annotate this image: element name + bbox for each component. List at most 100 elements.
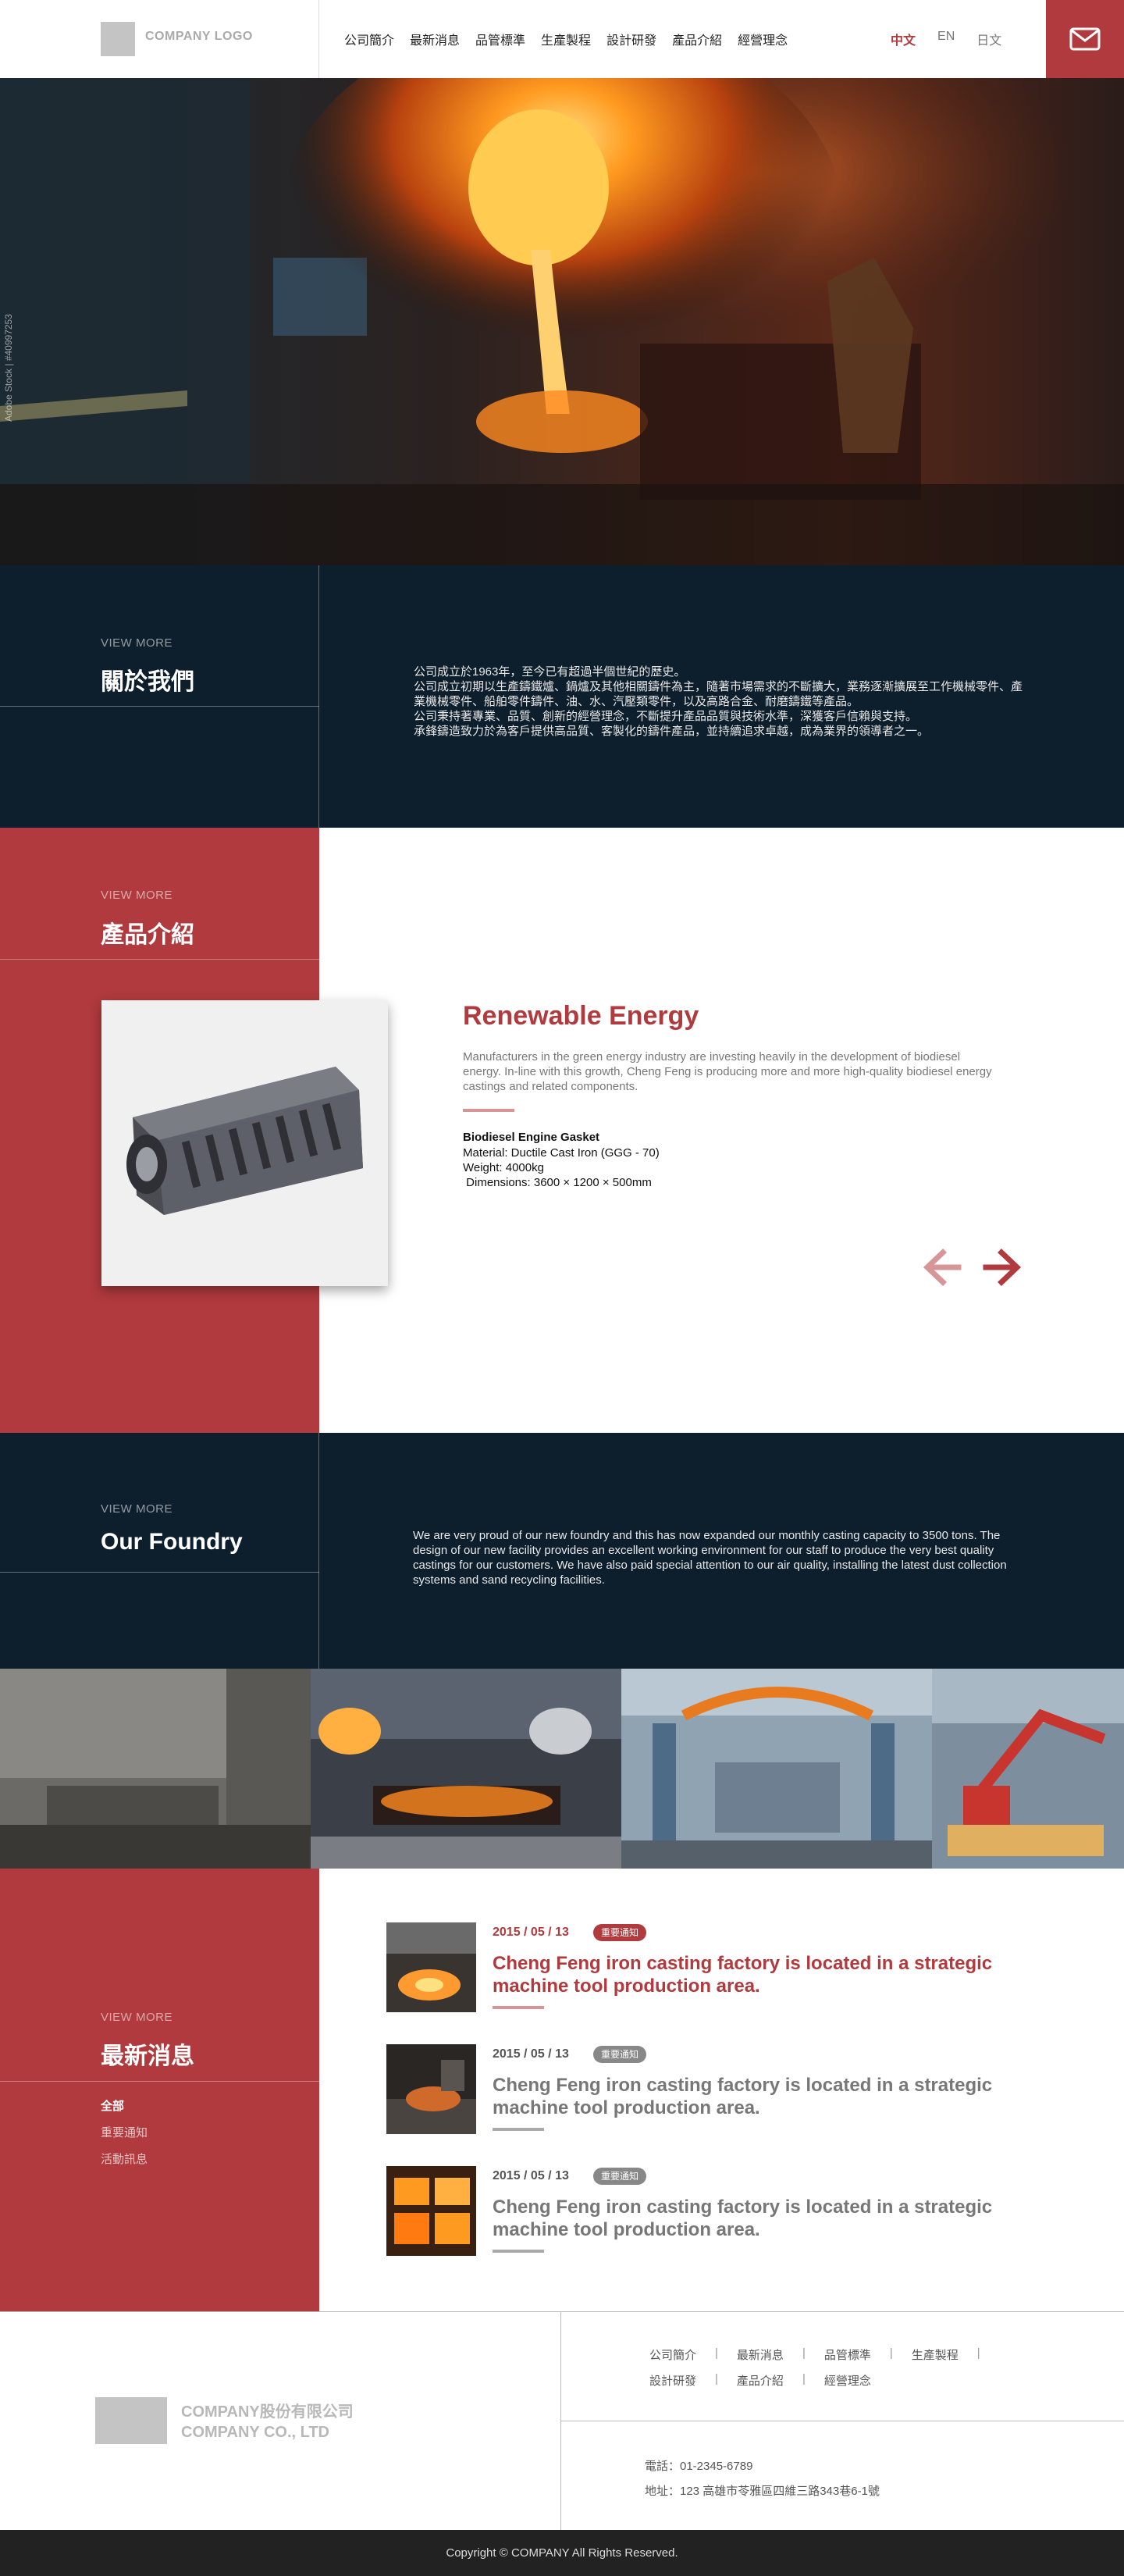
arrow-right-icon	[983, 1249, 1022, 1286]
lang-en[interactable]: EN	[937, 30, 955, 48]
news-thumbnail-image	[386, 2044, 476, 2134]
site-header: COMPANY LOGO 公司簡介 最新消息 品管標準 生產製程 設計研發 產品…	[0, 0, 1124, 78]
lang-ja[interactable]: 日文	[976, 30, 1001, 48]
footer-address: 地址：123 高雄市苓雅區四維三路343巷6-1號	[645, 2485, 880, 2498]
main-nav: 公司簡介 最新消息 品管標準 生產製程 設計研發 產品介紹 經營理念	[344, 30, 788, 48]
footer-nav-news[interactable]: 最新消息	[737, 2346, 784, 2363]
nav-item-philosophy[interactable]: 經營理念	[738, 30, 788, 48]
news-tag: 重要通知	[593, 2046, 647, 2063]
footer-nav-separator: |	[715, 2372, 718, 2385]
nav-item-about[interactable]: 公司簡介	[344, 30, 394, 48]
foundry-title: Our Foundry	[101, 1529, 243, 1555]
hero-watermark: Adobe Stock | #40997253	[3, 314, 14, 422]
news-tag: 重要通知	[593, 1924, 647, 1941]
foundry-photo-2[interactable]	[311, 1669, 621, 1869]
about-text: 公司成立於1963年，至今已有超過半個世紀的歷史。 公司成立初期以生產鑄鐵爐、鍋…	[414, 665, 1023, 738]
footer-nav-separator: |	[715, 2346, 718, 2360]
language-switcher: 中文 EN 日文	[891, 30, 1001, 48]
footer-nav-separator: |	[802, 2372, 806, 2385]
foundry-photo-image	[932, 1669, 1124, 1869]
logo-text[interactable]: COMPANY LOGO	[145, 30, 253, 44]
foundry-photo-1[interactable]	[0, 1669, 311, 1869]
news-title-link[interactable]: Cheng Feng iron casting factory is locat…	[493, 1952, 1023, 1997]
news-filter-events[interactable]: 活動訊息	[101, 2150, 148, 2167]
foundry-divider	[0, 1572, 319, 1573]
news-accent-bar	[493, 2128, 544, 2131]
foundry-text: We are very proud of our new foundry and…	[413, 1529, 1007, 1587]
footer-nav-quality[interactable]: 品管標準	[824, 2346, 871, 2363]
footer-nav-separator: |	[889, 2346, 893, 2360]
news-filter-important[interactable]: 重要通知	[101, 2124, 148, 2140]
news-item[interactable]: 2015 / 05 / 13 重要通知 Cheng Feng iron cast…	[386, 2166, 1026, 2275]
footer-company-name: COMPANY股份有限公司 COMPANY CO., LTD	[181, 2402, 354, 2442]
news-accent-bar	[493, 2006, 544, 2009]
footer-nav-about[interactable]: 公司簡介	[649, 2346, 696, 2363]
hero-banner: Adobe Stock | #40997253	[0, 78, 1124, 565]
site-footer: COMPANY股份有限公司 COMPANY CO., LTD 公司簡介 | 最新消…	[0, 2311, 1124, 2531]
product-accent-bar	[463, 1109, 514, 1112]
news-accent-bar	[493, 2250, 544, 2253]
foundry-photo-image	[311, 1669, 621, 1869]
news-filter-all[interactable]: 全部	[101, 2097, 124, 2114]
nav-item-production[interactable]: 生產製程	[541, 30, 591, 48]
footer-nav-separator: |	[976, 2346, 980, 2360]
product-spec-lines: Material: Ductile Cast Iron (GGG - 70) W…	[463, 1146, 660, 1189]
product-description: Manufacturers in the green energy indust…	[463, 1050, 992, 1093]
news-date: 2015 / 05 / 13	[493, 2047, 569, 2061]
product-spec-title: Biodiesel Engine Gasket	[463, 1131, 600, 1144]
footer-nav-row-2: 設計研發 | 產品介紹 | 經營理念	[649, 2372, 871, 2389]
footer-nav-separator: |	[802, 2346, 806, 2360]
news-title-link[interactable]: Cheng Feng iron casting factory is locat…	[493, 2196, 1023, 2241]
copyright-bar: Copyright © COMPANY All Rights Reserved.	[0, 2530, 1124, 2576]
header-divider	[318, 0, 319, 78]
products-title: 產品介紹	[101, 922, 194, 948]
mail-icon	[1069, 27, 1101, 51]
contact-mail-button[interactable]	[1046, 0, 1124, 78]
news-view-more[interactable]: VIEW MORE	[101, 2011, 173, 2024]
foundry-photo-3[interactable]	[621, 1669, 932, 1869]
news-item[interactable]: 2015 / 05 / 13 重要通知 Cheng Feng iron cast…	[386, 1922, 1026, 2032]
prev-arrow-button[interactable]	[921, 1246, 963, 1292]
news-divider	[0, 2081, 319, 2082]
foundry-view-more[interactable]: VIEW MORE	[101, 1502, 173, 1516]
lang-zh[interactable]: 中文	[891, 30, 916, 48]
news-tag: 重要通知	[593, 2168, 647, 2185]
footer-nav-products[interactable]: 產品介紹	[737, 2372, 784, 2389]
footer-nav-production[interactable]: 生產製程	[912, 2346, 959, 2363]
footer-nav-row-1: 公司簡介 | 最新消息 | 品管標準 | 生產製程 |	[649, 2346, 999, 2363]
products-view-more[interactable]: VIEW MORE	[101, 889, 173, 902]
news-thumbnail-image	[386, 2166, 476, 2256]
arrow-left-icon	[923, 1249, 962, 1286]
about-left-panel	[0, 565, 319, 828]
product-image[interactable]	[101, 1000, 388, 1286]
news-date: 2015 / 05 / 13	[493, 1926, 569, 1939]
products-divider	[0, 959, 319, 960]
footer-nav-philosophy[interactable]: 經營理念	[824, 2372, 871, 2389]
footer-nav-rd[interactable]: 設計研發	[649, 2372, 696, 2389]
nav-item-products[interactable]: 產品介紹	[672, 30, 722, 48]
engine-gasket-image	[126, 1067, 363, 1215]
news-left-panel	[0, 1869, 319, 2311]
footer-logo-placeholder[interactable]	[95, 2397, 167, 2444]
footer-company-zh: COMPANY股份有限公司	[181, 2403, 354, 2421]
hero-foundry-image	[0, 78, 1124, 565]
news-thumbnail[interactable]	[386, 1922, 476, 2012]
news-thumbnail-image	[386, 1922, 476, 2012]
about-view-more[interactable]: VIEW MORE	[101, 636, 173, 650]
footer-company-en: COMPANY CO., LTD	[181, 2424, 329, 2441]
news-thumbnail[interactable]	[386, 2166, 476, 2256]
foundry-photo-4[interactable]	[932, 1669, 1124, 1869]
news-thumbnail[interactable]	[386, 2044, 476, 2134]
about-divider	[0, 706, 319, 707]
footer-vertical-divider	[560, 2312, 561, 2531]
nav-item-quality[interactable]: 品管標準	[475, 30, 525, 48]
nav-item-news[interactable]: 最新消息	[410, 30, 460, 48]
nav-item-rd[interactable]: 設計研發	[606, 30, 656, 48]
next-arrow-button[interactable]	[981, 1246, 1023, 1292]
news-title-link[interactable]: Cheng Feng iron casting factory is locat…	[493, 2074, 1023, 2119]
news-date: 2015 / 05 / 13	[493, 2169, 569, 2182]
news-title: 最新消息	[101, 2043, 194, 2069]
foundry-photo-image	[0, 1669, 311, 1869]
news-item[interactable]: 2015 / 05 / 13 重要通知 Cheng Feng iron cast…	[386, 2044, 1026, 2154]
logo-placeholder[interactable]	[101, 22, 135, 56]
